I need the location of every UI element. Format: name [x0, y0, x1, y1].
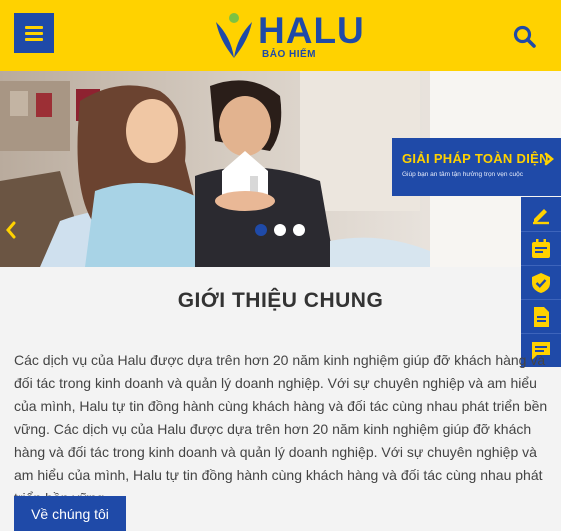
menu-button[interactable]: [14, 13, 54, 53]
logo-subtitle: BẢO HIỂM: [262, 49, 316, 60]
site-logo[interactable]: HALU BẢO HIỂM: [210, 10, 370, 62]
site-header: HALU BẢO HIỂM: [0, 0, 561, 71]
side-toolbar: [521, 197, 561, 367]
promo-banner-title: GIẢI PHÁP TOÀN DIỆN: [402, 151, 549, 166]
chevron-left-icon[interactable]: [4, 220, 18, 240]
edit-document-icon: [533, 209, 549, 225]
chevron-right-icon: [544, 152, 554, 166]
section-body: Các dịch vụ của Halu được dựa trên hơn 2…: [14, 352, 548, 506]
logo-text: HALU: [258, 10, 365, 51]
slider-dot-2[interactable]: [274, 224, 286, 236]
search-icon[interactable]: [512, 24, 538, 50]
logo-mark-icon: [216, 13, 252, 58]
about-us-button[interactable]: Về chúng tôi: [14, 496, 126, 531]
side-tool-calendar[interactable]: [521, 231, 561, 265]
promo-banner-subtitle: Giúp bạn an tâm tận hưởng trọn vẹn cuộc: [402, 171, 523, 178]
hamburger-menu-icon: [25, 26, 43, 29]
section-title: GIỚI THIỆU CHUNG: [177, 289, 384, 312]
slider-dot-3[interactable]: [293, 224, 305, 236]
slider-dot-1[interactable]: [255, 224, 267, 236]
calendar-icon: [532, 239, 550, 258]
side-tool-edit[interactable]: [521, 197, 561, 231]
promo-banner[interactable]: GIẢI PHÁP TOÀN DIỆN Giúp bạn an tâm tận …: [392, 138, 561, 196]
